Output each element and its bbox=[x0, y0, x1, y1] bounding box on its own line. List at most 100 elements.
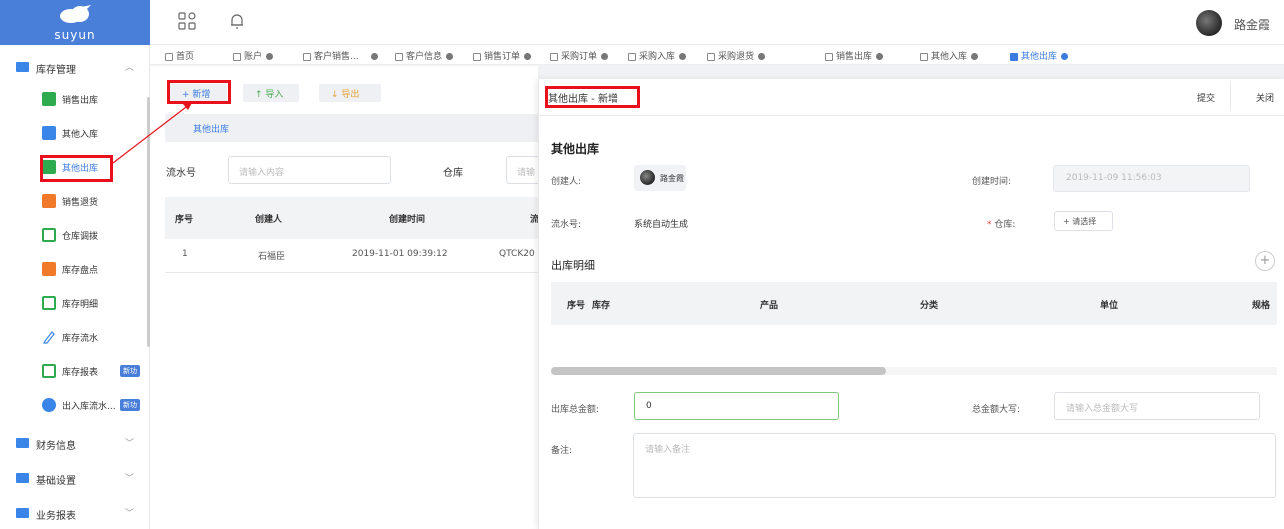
brand-name: suyun bbox=[54, 28, 96, 42]
bell-icon[interactable] bbox=[228, 12, 246, 30]
tab-label: 账户 bbox=[244, 52, 263, 62]
sidebar-item-sales-outbound[interactable]: 销售出库 bbox=[0, 82, 146, 116]
warehouse-filter-label: 仓库 bbox=[443, 168, 463, 179]
tab-home[interactable]: 首页 bbox=[165, 49, 194, 62]
row-time: 2019-11-01 09:39:12 bbox=[352, 249, 448, 259]
sidebar-item-stock-detail[interactable]: 库存明细 bbox=[0, 286, 146, 320]
total-amount-label: 出库总金额: bbox=[551, 405, 600, 415]
tab-customer-info[interactable]: 客户信息 bbox=[395, 49, 454, 62]
folder-icon bbox=[16, 62, 29, 72]
sidebar-item-warehouse-transfer[interactable]: 仓库调拨 bbox=[0, 218, 146, 252]
row-creator: 石福臣 bbox=[258, 252, 286, 262]
tab-purchase-inbound[interactable]: 采购入库 bbox=[628, 49, 687, 62]
close-icon[interactable] bbox=[370, 53, 378, 60]
sidebar-group-label: 业务报表 bbox=[36, 511, 76, 522]
detail-col-category: 分类 bbox=[920, 301, 939, 311]
tab-purchase-return[interactable]: 采购退货 bbox=[707, 49, 766, 62]
column-header-time: 创建时间 bbox=[389, 215, 426, 225]
import-icon bbox=[42, 126, 56, 140]
close-icon[interactable] bbox=[758, 53, 766, 60]
close-icon[interactable] bbox=[601, 53, 609, 60]
sidebar-item-sales-return[interactable]: 销售退货 bbox=[0, 184, 146, 218]
horizontal-scrollbar-thumb[interactable] bbox=[551, 367, 886, 375]
warehouse-filter-input[interactable]: 请输 bbox=[506, 156, 538, 184]
close-button[interactable]: 关闭 bbox=[1256, 91, 1274, 104]
import-button[interactable]: ↑ 导入 bbox=[243, 84, 299, 102]
avatar bbox=[640, 170, 655, 185]
sidebar-group-label: 财务信息 bbox=[36, 441, 76, 452]
sidebar-item-label: 仓库调拨 bbox=[62, 232, 99, 242]
close-icon[interactable] bbox=[266, 53, 274, 60]
capital-amount-label: 总金额大写: bbox=[972, 405, 1021, 415]
tab-sales-order[interactable]: 销售订单 bbox=[473, 49, 532, 62]
sidebar-group-basic[interactable]: 基础设置 ﹀ bbox=[0, 463, 150, 493]
tab-purchase-order[interactable]: 采购订单 bbox=[550, 49, 609, 62]
export-button[interactable]: ↓ 导出 bbox=[319, 84, 381, 102]
note-textarea[interactable]: 请输入备注 bbox=[633, 433, 1276, 498]
username[interactable]: 路金霞 bbox=[1234, 16, 1270, 33]
transfer-icon bbox=[42, 228, 56, 242]
order-icon bbox=[473, 52, 481, 61]
note-label: 备注: bbox=[551, 446, 573, 456]
required-mark: * bbox=[987, 220, 992, 230]
tab-label: 采购退货 bbox=[718, 52, 755, 62]
sidebar-item-stock-report[interactable]: 库存报表 新功 bbox=[0, 354, 146, 388]
detail-section-title: 出库明细 bbox=[551, 259, 595, 272]
sidebar-group-reports[interactable]: 业务报表 ﹀ bbox=[0, 498, 150, 528]
close-icon[interactable] bbox=[679, 53, 687, 60]
serial-filter-input[interactable]: 请输入内容 bbox=[228, 156, 391, 184]
sidebar-item-label: 库存明细 bbox=[62, 300, 99, 310]
detail-col-product: 产品 bbox=[760, 301, 779, 311]
close-icon[interactable] bbox=[1061, 53, 1069, 60]
column-header-no: 序号 bbox=[175, 215, 194, 225]
tab-label: 客户信息 bbox=[406, 52, 443, 62]
tab-sales-outbound[interactable]: 销售出库 bbox=[825, 49, 884, 62]
tab-label: 客户销售... bbox=[314, 52, 359, 62]
tab-label: 首页 bbox=[176, 52, 195, 62]
close-icon[interactable] bbox=[971, 53, 979, 60]
sidebar: 库存管理 ︿ 销售出库 其他入库 其他出库 销售退货 仓库调拨 库存盘点 库存明… bbox=[0, 45, 150, 529]
sidebar-group-inventory[interactable]: 库存管理 ︿ bbox=[0, 52, 150, 82]
total-amount-input[interactable]: 0 bbox=[634, 392, 839, 420]
new-badge: 新功 bbox=[120, 365, 140, 377]
creator-name: 路金霞 bbox=[660, 174, 684, 183]
list-table-header bbox=[165, 197, 538, 239]
chevron-down-icon: ﹀ bbox=[125, 509, 135, 519]
row-serial: QTCK20 bbox=[499, 249, 535, 259]
import-icon bbox=[920, 52, 928, 61]
table-row[interactable] bbox=[165, 272, 538, 273]
close-icon[interactable] bbox=[446, 53, 454, 60]
close-icon[interactable] bbox=[524, 53, 532, 60]
sidebar-item-label: 其他入库 bbox=[62, 130, 99, 140]
sidebar-item-stocktake[interactable]: 库存盘点 bbox=[0, 252, 146, 286]
tab-other-inbound[interactable]: 其他入库 bbox=[920, 49, 979, 62]
export-icon bbox=[825, 52, 833, 61]
close-icon[interactable] bbox=[876, 53, 884, 60]
warehouse-label: * 仓库: bbox=[987, 217, 1015, 230]
capital-amount-input[interactable]: 请输入总金额大写 bbox=[1054, 392, 1260, 420]
detail-col-spec: 规格 bbox=[1252, 301, 1271, 311]
user-avatar[interactable] bbox=[1196, 10, 1222, 36]
creator-avatar-chip: 路金霞 bbox=[634, 165, 686, 191]
sidebar-item-label: 库存盘点 bbox=[62, 266, 99, 276]
tab-customer-sales[interactable]: 客户销售... bbox=[303, 49, 378, 62]
tab-label: 销售订单 bbox=[484, 52, 521, 62]
cloud-logo-icon bbox=[60, 5, 91, 23]
apps-grid-icon[interactable] bbox=[178, 12, 196, 30]
inbound-icon bbox=[628, 52, 636, 61]
sidebar-item-other-inbound[interactable]: 其他入库 bbox=[0, 116, 146, 150]
sidebar-item-stock-flow[interactable]: 库存流水 bbox=[0, 320, 146, 354]
warehouse-select-button[interactable]: + 请选择 bbox=[1054, 211, 1113, 231]
submit-button[interactable]: 提交 bbox=[1197, 91, 1215, 104]
row-no: 1 bbox=[182, 249, 188, 259]
brand-logo: suyun bbox=[0, 0, 150, 45]
add-row-icon[interactable]: + bbox=[1255, 251, 1275, 271]
created-time-label: 创建时间: bbox=[972, 177, 1012, 187]
chevron-down-icon: ﹀ bbox=[125, 439, 135, 449]
sidebar-item-io-flow[interactable]: 出入库流水... 新功 bbox=[0, 388, 146, 422]
sidebar-group-finance[interactable]: 财务信息 ﹀ bbox=[0, 428, 150, 458]
home-icon bbox=[165, 52, 173, 61]
tab-other-outbound[interactable]: 其他出库 bbox=[1010, 49, 1069, 62]
tab-account[interactable]: 账户 bbox=[233, 49, 274, 62]
return-icon bbox=[42, 194, 56, 208]
